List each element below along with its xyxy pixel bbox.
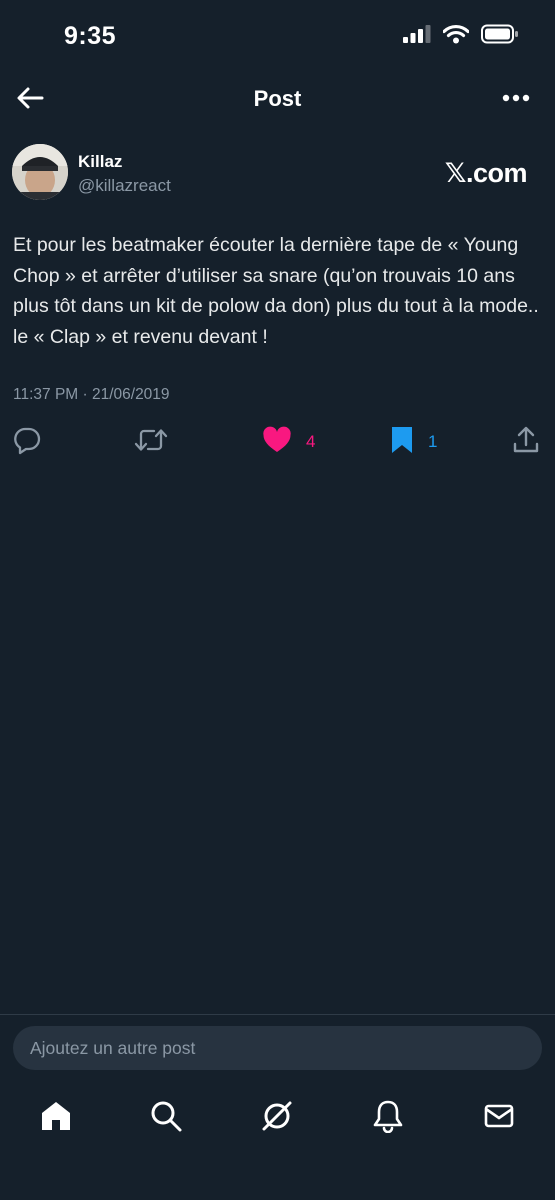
author-handle[interactable]: @killazreact xyxy=(78,176,171,196)
post-screen: 9:35 Post Killaz @killazreact 𝕏.com Et p… xyxy=(0,0,555,1200)
author-name[interactable]: Killaz xyxy=(78,152,122,172)
header: Post xyxy=(0,70,555,128)
repost-icon xyxy=(134,425,168,460)
grok-icon xyxy=(259,1098,295,1139)
like-count: 4 xyxy=(306,432,316,451)
divider xyxy=(0,1014,555,1015)
search-icon xyxy=(149,1099,183,1138)
heart-filled-icon xyxy=(262,426,292,459)
author-row: Killaz @killazreact 𝕏.com xyxy=(12,144,543,204)
share-button[interactable] xyxy=(512,424,540,460)
status-icons xyxy=(403,24,519,49)
more-options-button[interactable] xyxy=(499,84,533,112)
repost-button[interactable] xyxy=(134,424,168,460)
wifi-icon xyxy=(442,24,470,49)
post-text: Et pour les beatmaker écouter la dernièr… xyxy=(13,234,539,348)
bottom-navigation xyxy=(0,1090,555,1146)
nav-messages[interactable] xyxy=(479,1098,519,1138)
home-icon xyxy=(39,1099,73,1138)
share-icon xyxy=(512,425,540,460)
nav-notifications[interactable] xyxy=(368,1098,408,1138)
status-bar: 9:35 xyxy=(0,0,555,70)
bookmark-count: 1 xyxy=(428,432,438,451)
reply-compose-input[interactable] xyxy=(13,1026,542,1070)
mail-icon xyxy=(482,1099,516,1138)
battery-icon xyxy=(481,24,519,49)
avatar[interactable] xyxy=(12,144,68,200)
status-time: 9:35 xyxy=(64,22,117,50)
bookmark-filled-icon xyxy=(390,425,414,460)
bookmark-button[interactable]: 1 xyxy=(390,424,437,460)
signal-icon xyxy=(403,24,431,49)
reply-icon xyxy=(12,425,42,460)
like-button[interactable]: 4 xyxy=(262,424,315,460)
more-horizontal-icon xyxy=(502,89,530,107)
x-com-logo: 𝕏.com xyxy=(444,158,528,188)
page-title: Post xyxy=(253,86,302,111)
reply-button[interactable] xyxy=(12,424,42,460)
nav-search[interactable] xyxy=(146,1098,186,1138)
nav-grok[interactable] xyxy=(257,1098,297,1138)
post-timestamp: 11:37 PM · 21/06/2019 xyxy=(13,386,170,403)
nav-home[interactable] xyxy=(36,1098,76,1138)
action-bar: 4 1 xyxy=(0,424,555,460)
bell-icon xyxy=(371,1099,405,1138)
